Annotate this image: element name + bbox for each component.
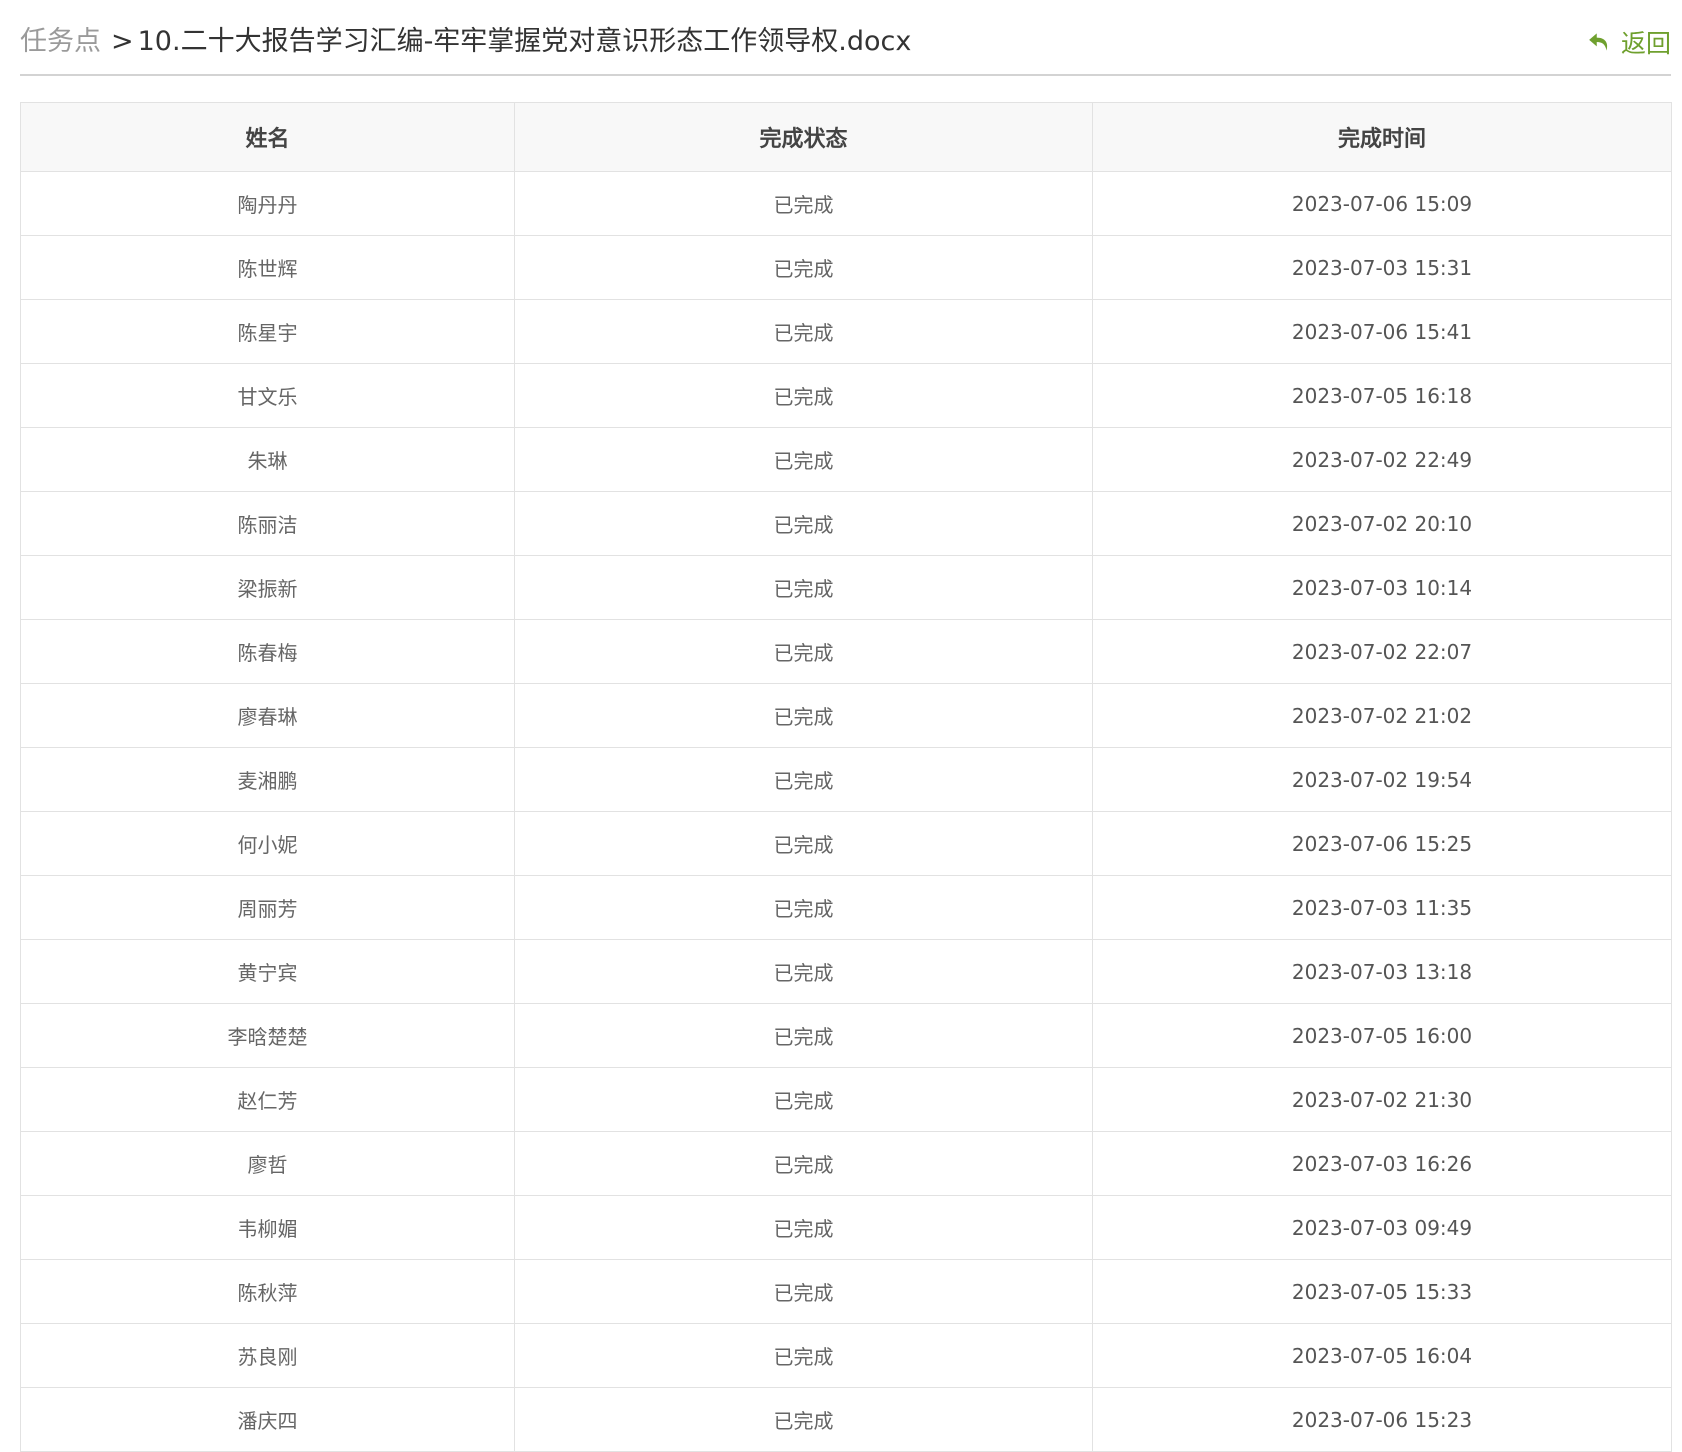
cell-name: 陈丽洁 xyxy=(20,491,515,556)
cell-name: 潘庆四 xyxy=(20,1387,515,1452)
cell-name: 周丽芳 xyxy=(20,875,515,940)
table-row: 周丽芳 已完成 2023-07-03 11:35 xyxy=(20,875,1672,940)
cell-time: 2023-07-05 15:33 xyxy=(1092,1259,1672,1324)
cell-name: 苏良刚 xyxy=(20,1323,515,1388)
table-row: 廖春琳 已完成 2023-07-02 21:02 xyxy=(20,683,1672,748)
table-row: 苏良刚 已完成 2023-07-05 16:04 xyxy=(20,1323,1672,1388)
cell-name: 韦柳媚 xyxy=(20,1195,515,1260)
back-arrow-icon xyxy=(1589,33,1608,51)
cell-status: 已完成 xyxy=(514,683,1093,748)
table-row: 陈秋萍 已完成 2023-07-05 15:33 xyxy=(20,1259,1672,1324)
breadcrumb: 任务点 >10.二十大报告学习汇编-牢牢掌握党对意识形态工作领导权.docx xyxy=(20,22,911,62)
column-header-time: 完成时间 xyxy=(1092,102,1672,172)
table-header-row: 姓名 完成状态 完成时间 xyxy=(20,102,1672,172)
cell-time: 2023-07-06 15:41 xyxy=(1092,299,1672,364)
cell-time: 2023-07-03 10:14 xyxy=(1092,555,1672,620)
table-row: 陶丹丹 已完成 2023-07-06 15:09 xyxy=(20,171,1672,236)
cell-name: 陈世辉 xyxy=(20,235,515,300)
cell-status: 已完成 xyxy=(514,555,1093,620)
table-row: 何小妮 已完成 2023-07-06 15:25 xyxy=(20,811,1672,876)
cell-name: 赵仁芳 xyxy=(20,1067,515,1132)
cell-status: 已完成 xyxy=(514,939,1093,1004)
cell-time: 2023-07-06 15:09 xyxy=(1092,171,1672,236)
cell-time: 2023-07-06 15:25 xyxy=(1092,811,1672,876)
cell-time: 2023-07-02 19:54 xyxy=(1092,747,1672,812)
cell-time: 2023-07-05 16:18 xyxy=(1092,363,1672,428)
cell-name: 何小妮 xyxy=(20,811,515,876)
cell-name: 黄宁宾 xyxy=(20,939,515,1004)
table-row: 甘文乐 已完成 2023-07-05 16:18 xyxy=(20,363,1672,428)
cell-name: 陶丹丹 xyxy=(20,171,515,236)
cell-status: 已完成 xyxy=(514,363,1093,428)
page-header: 任务点 >10.二十大报告学习汇编-牢牢掌握党对意识形态工作领导权.docx 返回 xyxy=(20,0,1671,76)
cell-time: 2023-07-02 22:07 xyxy=(1092,619,1672,684)
cell-status: 已完成 xyxy=(514,1195,1093,1260)
table-row: 麦湘鹏 已完成 2023-07-02 19:54 xyxy=(20,747,1672,812)
cell-time: 2023-07-02 22:49 xyxy=(1092,427,1672,492)
cell-time: 2023-07-05 16:04 xyxy=(1092,1323,1672,1388)
completion-table: 姓名 完成状态 完成时间 陶丹丹 已完成 2023-07-06 15:09 陈世辉 已完… xyxy=(20,102,1672,1452)
table-row: 梁振新 已完成 2023-07-03 10:14 xyxy=(20,555,1672,620)
table-row: 潘庆四 已完成 2023-07-06 15:23 xyxy=(20,1387,1672,1452)
table-row: 廖哲 已完成 2023-07-03 16:26 xyxy=(20,1131,1672,1196)
cell-time: 2023-07-02 21:02 xyxy=(1092,683,1672,748)
cell-name: 陈秋萍 xyxy=(20,1259,515,1324)
cell-status: 已完成 xyxy=(514,1067,1093,1132)
cell-time: 2023-07-06 15:23 xyxy=(1092,1387,1672,1452)
table-row: 陈世辉 已完成 2023-07-03 15:31 xyxy=(20,235,1672,300)
cell-name: 朱琳 xyxy=(20,427,515,492)
table-row: 陈星宇 已完成 2023-07-06 15:41 xyxy=(20,299,1672,364)
cell-status: 已完成 xyxy=(514,299,1093,364)
cell-status: 已完成 xyxy=(514,1131,1093,1196)
cell-status: 已完成 xyxy=(514,171,1093,236)
cell-status: 已完成 xyxy=(514,235,1093,300)
cell-status: 已完成 xyxy=(514,1387,1093,1452)
table-row: 陈春梅 已完成 2023-07-02 22:07 xyxy=(20,619,1672,684)
table-row: 陈丽洁 已完成 2023-07-02 20:10 xyxy=(20,491,1672,556)
cell-name: 李晗楚楚 xyxy=(20,1003,515,1068)
cell-time: 2023-07-03 15:31 xyxy=(1092,235,1672,300)
column-header-name: 姓名 xyxy=(20,102,515,172)
cell-status: 已完成 xyxy=(514,491,1093,556)
cell-status: 已完成 xyxy=(514,1259,1093,1324)
cell-time: 2023-07-03 16:26 xyxy=(1092,1131,1672,1196)
cell-status: 已完成 xyxy=(514,747,1093,812)
cell-time: 2023-07-02 21:30 xyxy=(1092,1067,1672,1132)
cell-status: 已完成 xyxy=(514,619,1093,684)
cell-status: 已完成 xyxy=(514,1323,1093,1388)
table-row: 朱琳 已完成 2023-07-02 22:49 xyxy=(20,427,1672,492)
column-header-status: 完成状态 xyxy=(514,102,1093,172)
table-row: 赵仁芳 已完成 2023-07-02 21:30 xyxy=(20,1067,1672,1132)
cell-name: 廖春琳 xyxy=(20,683,515,748)
cell-time: 2023-07-03 11:35 xyxy=(1092,875,1672,940)
table-row: 黄宁宾 已完成 2023-07-03 13:18 xyxy=(20,939,1672,1004)
cell-name: 陈春梅 xyxy=(20,619,515,684)
completion-table-container: 姓名 完成状态 完成时间 陶丹丹 已完成 2023-07-06 15:09 陈世辉 已完… xyxy=(20,102,1672,1452)
cell-status: 已完成 xyxy=(514,1003,1093,1068)
cell-name: 廖哲 xyxy=(20,1131,515,1196)
table-body: 陶丹丹 已完成 2023-07-06 15:09 陈世辉 已完成 2023-07-03 1… xyxy=(20,171,1672,1452)
cell-name: 陈星宇 xyxy=(20,299,515,364)
cell-name: 甘文乐 xyxy=(20,363,515,428)
cell-name: 麦湘鹏 xyxy=(20,747,515,812)
cell-status: 已完成 xyxy=(514,875,1093,940)
breadcrumb-root[interactable]: 任务点 xyxy=(20,26,101,57)
breadcrumb-current: 10.二十大报告学习汇编-牢牢掌握党对意识形态工作领导权.docx xyxy=(137,26,912,57)
cell-time: 2023-07-03 13:18 xyxy=(1092,939,1672,1004)
breadcrumb-separator: > xyxy=(111,26,134,57)
cell-name: 梁振新 xyxy=(20,555,515,620)
cell-status: 已完成 xyxy=(514,811,1093,876)
cell-time: 2023-07-03 09:49 xyxy=(1092,1195,1672,1260)
back-button[interactable]: 返回 xyxy=(1587,22,1671,62)
table-row: 韦柳媚 已完成 2023-07-03 09:49 xyxy=(20,1195,1672,1260)
cell-status: 已完成 xyxy=(514,427,1093,492)
cell-time: 2023-07-05 16:00 xyxy=(1092,1003,1672,1068)
table-row: 李晗楚楚 已完成 2023-07-05 16:00 xyxy=(20,1003,1672,1068)
cell-time: 2023-07-02 20:10 xyxy=(1092,491,1672,556)
back-label: 返回 xyxy=(1620,29,1671,58)
